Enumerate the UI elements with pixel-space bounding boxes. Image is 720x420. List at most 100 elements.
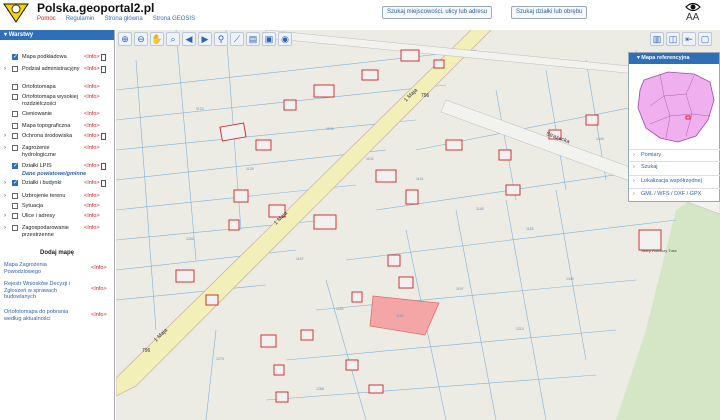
layer-checkbox[interactable] — [12, 145, 18, 151]
coordinate-location-item[interactable]: Lokalizacja współrzędnej — [629, 175, 720, 187]
svg-text:1340: 1340 — [566, 277, 574, 281]
layer-info-link[interactable]: <Info> — [84, 111, 100, 117]
extra-map-building-register-link[interactable]: Rejestr Wniosków Decyzji i Zgłoszeń w sp… — [4, 281, 76, 301]
reference-map-header[interactable]: ▾ Mapa referencyjna — [629, 53, 719, 64]
layer-info-link[interactable]: <Info> — [84, 94, 100, 100]
layer-checkbox[interactable] — [12, 225, 18, 231]
layout-icon[interactable]: ▥ — [650, 32, 664, 46]
gml-wfs-dxf-gpx-item[interactable]: GML / WFS / DXF / GPX — [629, 188, 720, 200]
layer-label: Zagospodarowanie przestrzenne — [22, 225, 69, 238]
extra-map-ortho-download-link[interactable]: Ortofotomapa do pobrania według aktualno… — [4, 309, 76, 322]
globe-icon[interactable]: ◉ — [278, 32, 292, 46]
document-icon[interactable] — [101, 163, 106, 170]
zoom-out-icon[interactable]: ⊖ — [134, 32, 148, 46]
layer-info-link[interactable]: <Info> — [84, 203, 100, 209]
extra-map-flood-link[interactable]: Mapa Zagrożenia Powodziowego — [4, 262, 76, 275]
forward-arrow-icon[interactable]: ▶ — [198, 32, 212, 46]
layer-checkbox[interactable] — [12, 179, 18, 186]
zoom-in-icon[interactable]: ⊕ — [118, 32, 132, 46]
layer-checkbox[interactable] — [12, 123, 18, 129]
fullscreen-icon[interactable]: ▢ — [698, 32, 712, 46]
layer-info-link[interactable]: <Info> — [84, 163, 100, 169]
layer-info-link[interactable]: <Info> — [84, 213, 100, 219]
layer-label: Ulice i adresy — [22, 213, 56, 219]
place-label: Sklep Rolniczy Tusz — [641, 248, 677, 253]
local-data-section-label: Dane powiatowe/gminne — [22, 171, 87, 177]
layer-checkbox[interactable] — [12, 193, 18, 199]
layer-checkbox[interactable] — [12, 53, 18, 60]
layer-checkbox[interactable] — [12, 84, 18, 90]
svg-text:1210: 1210 — [516, 327, 524, 331]
document-icon[interactable] — [101, 66, 106, 73]
extra-map-building-register-info-link[interactable]: <Info> — [91, 286, 107, 292]
svg-text:1155: 1155 — [526, 227, 534, 231]
panel-window-tools: ▥ ◫ ⇤ ▢ — [650, 32, 712, 46]
terms-link[interactable]: Regulamin — [66, 16, 95, 22]
svg-text:1275: 1275 — [216, 357, 224, 361]
svg-text:1345: 1345 — [596, 137, 604, 141]
search-address-button[interactable]: Szukaj miejscowości, ulicy lub adresu — [382, 6, 493, 19]
camera-icon[interactable]: ▣ — [262, 32, 276, 46]
measure-icon[interactable]: ⟋ — [230, 32, 244, 46]
search-item[interactable]: Szukaj — [629, 161, 720, 173]
extra-map-ortho-download-info-link[interactable]: <Info> — [91, 312, 107, 318]
layer-label: Ochrona środowiska — [22, 133, 73, 139]
layer-label: Uzbrojenie terenu — [22, 193, 66, 199]
search-parcel-button[interactable]: Szukaj działki lub obrębu — [511, 6, 588, 19]
expand-chevron-icon[interactable]: › — [4, 193, 6, 199]
layer-info-link[interactable]: <Info> — [84, 84, 100, 90]
help-link[interactable]: Pomoc — [37, 16, 56, 22]
svg-text:1148: 1148 — [476, 207, 484, 211]
expand-chevron-icon[interactable]: › — [4, 180, 6, 186]
expand-chevron-icon[interactable]: › — [4, 225, 6, 231]
layer-info-link[interactable]: <Info> — [84, 180, 100, 186]
collapse-panel-icon[interactable]: ⇤ — [682, 32, 696, 46]
geosis-link[interactable]: Strona GEOSIS — [153, 16, 195, 22]
layer-checkbox[interactable] — [12, 213, 18, 219]
expand-chevron-icon[interactable]: › — [4, 66, 6, 72]
pan-hand-icon[interactable]: ✋ — [150, 32, 164, 46]
expand-chevron-icon[interactable]: › — [4, 213, 6, 219]
layer-checkbox[interactable] — [12, 66, 18, 72]
layer-info-link[interactable]: <Info> — [84, 193, 100, 199]
layer-info-link[interactable]: <Info> — [84, 66, 100, 72]
document-icon[interactable] — [101, 54, 106, 61]
expand-chevron-icon[interactable]: › — [4, 133, 6, 139]
back-arrow-icon[interactable]: ◀ — [182, 32, 196, 46]
zoom-box-icon[interactable]: ⌕ — [166, 32, 180, 46]
svg-text:1288: 1288 — [316, 387, 324, 391]
measurements-item[interactable]: Pomiary — [629, 149, 720, 161]
layers-header[interactable]: ▾ Warstwy — [0, 30, 114, 40]
layers-title: Warstwy — [8, 32, 34, 38]
link-icon[interactable]: ⚲ — [214, 32, 228, 46]
layer-checkbox[interactable] — [12, 162, 18, 169]
layer-info-link[interactable]: <Info> — [84, 123, 100, 129]
reference-map-panel: ▾ Mapa referencyjna Pomiary Szukaj Lokal… — [628, 52, 720, 202]
poland-reference-map[interactable] — [630, 66, 720, 148]
layer-label: Sytuacja — [22, 203, 44, 209]
svg-text:1180: 1180 — [336, 307, 344, 311]
extra-map-flood-info-link[interactable]: <Info> — [91, 265, 107, 271]
layer-checkbox[interactable] — [12, 133, 18, 139]
document-icon[interactable] — [101, 180, 106, 187]
expand-chevron-icon[interactable]: › — [4, 145, 6, 151]
geoportal-logo[interactable] — [3, 1, 29, 23]
site-title[interactable]: Polska.geoportal2.pl — [37, 1, 154, 15]
layer-info-link[interactable]: <Info> — [84, 54, 100, 60]
layer-checkbox[interactable] — [12, 94, 18, 100]
layer-info-link[interactable]: <Info> — [84, 145, 100, 151]
split-view-icon[interactable]: ◫ — [666, 32, 680, 46]
print-icon[interactable]: ▤ — [246, 32, 260, 46]
home-link[interactable]: Strona główna — [104, 16, 142, 22]
svg-text:1262: 1262 — [186, 237, 194, 241]
layer-checkbox[interactable] — [12, 203, 18, 209]
document-icon[interactable] — [101, 133, 106, 140]
layer-checkbox[interactable] — [12, 111, 18, 117]
contrast-eye-icon[interactable] — [685, 2, 701, 12]
font-size-toggle[interactable]: AA — [686, 12, 699, 23]
layer-label: Mapa topograficzna — [22, 123, 71, 129]
layer-label: Działki i budynki — [22, 180, 62, 186]
layer-info-link[interactable]: <Info> — [84, 225, 100, 231]
layer-info-link[interactable]: <Info> — [84, 133, 100, 139]
road-number-796: 796 — [421, 93, 430, 99]
